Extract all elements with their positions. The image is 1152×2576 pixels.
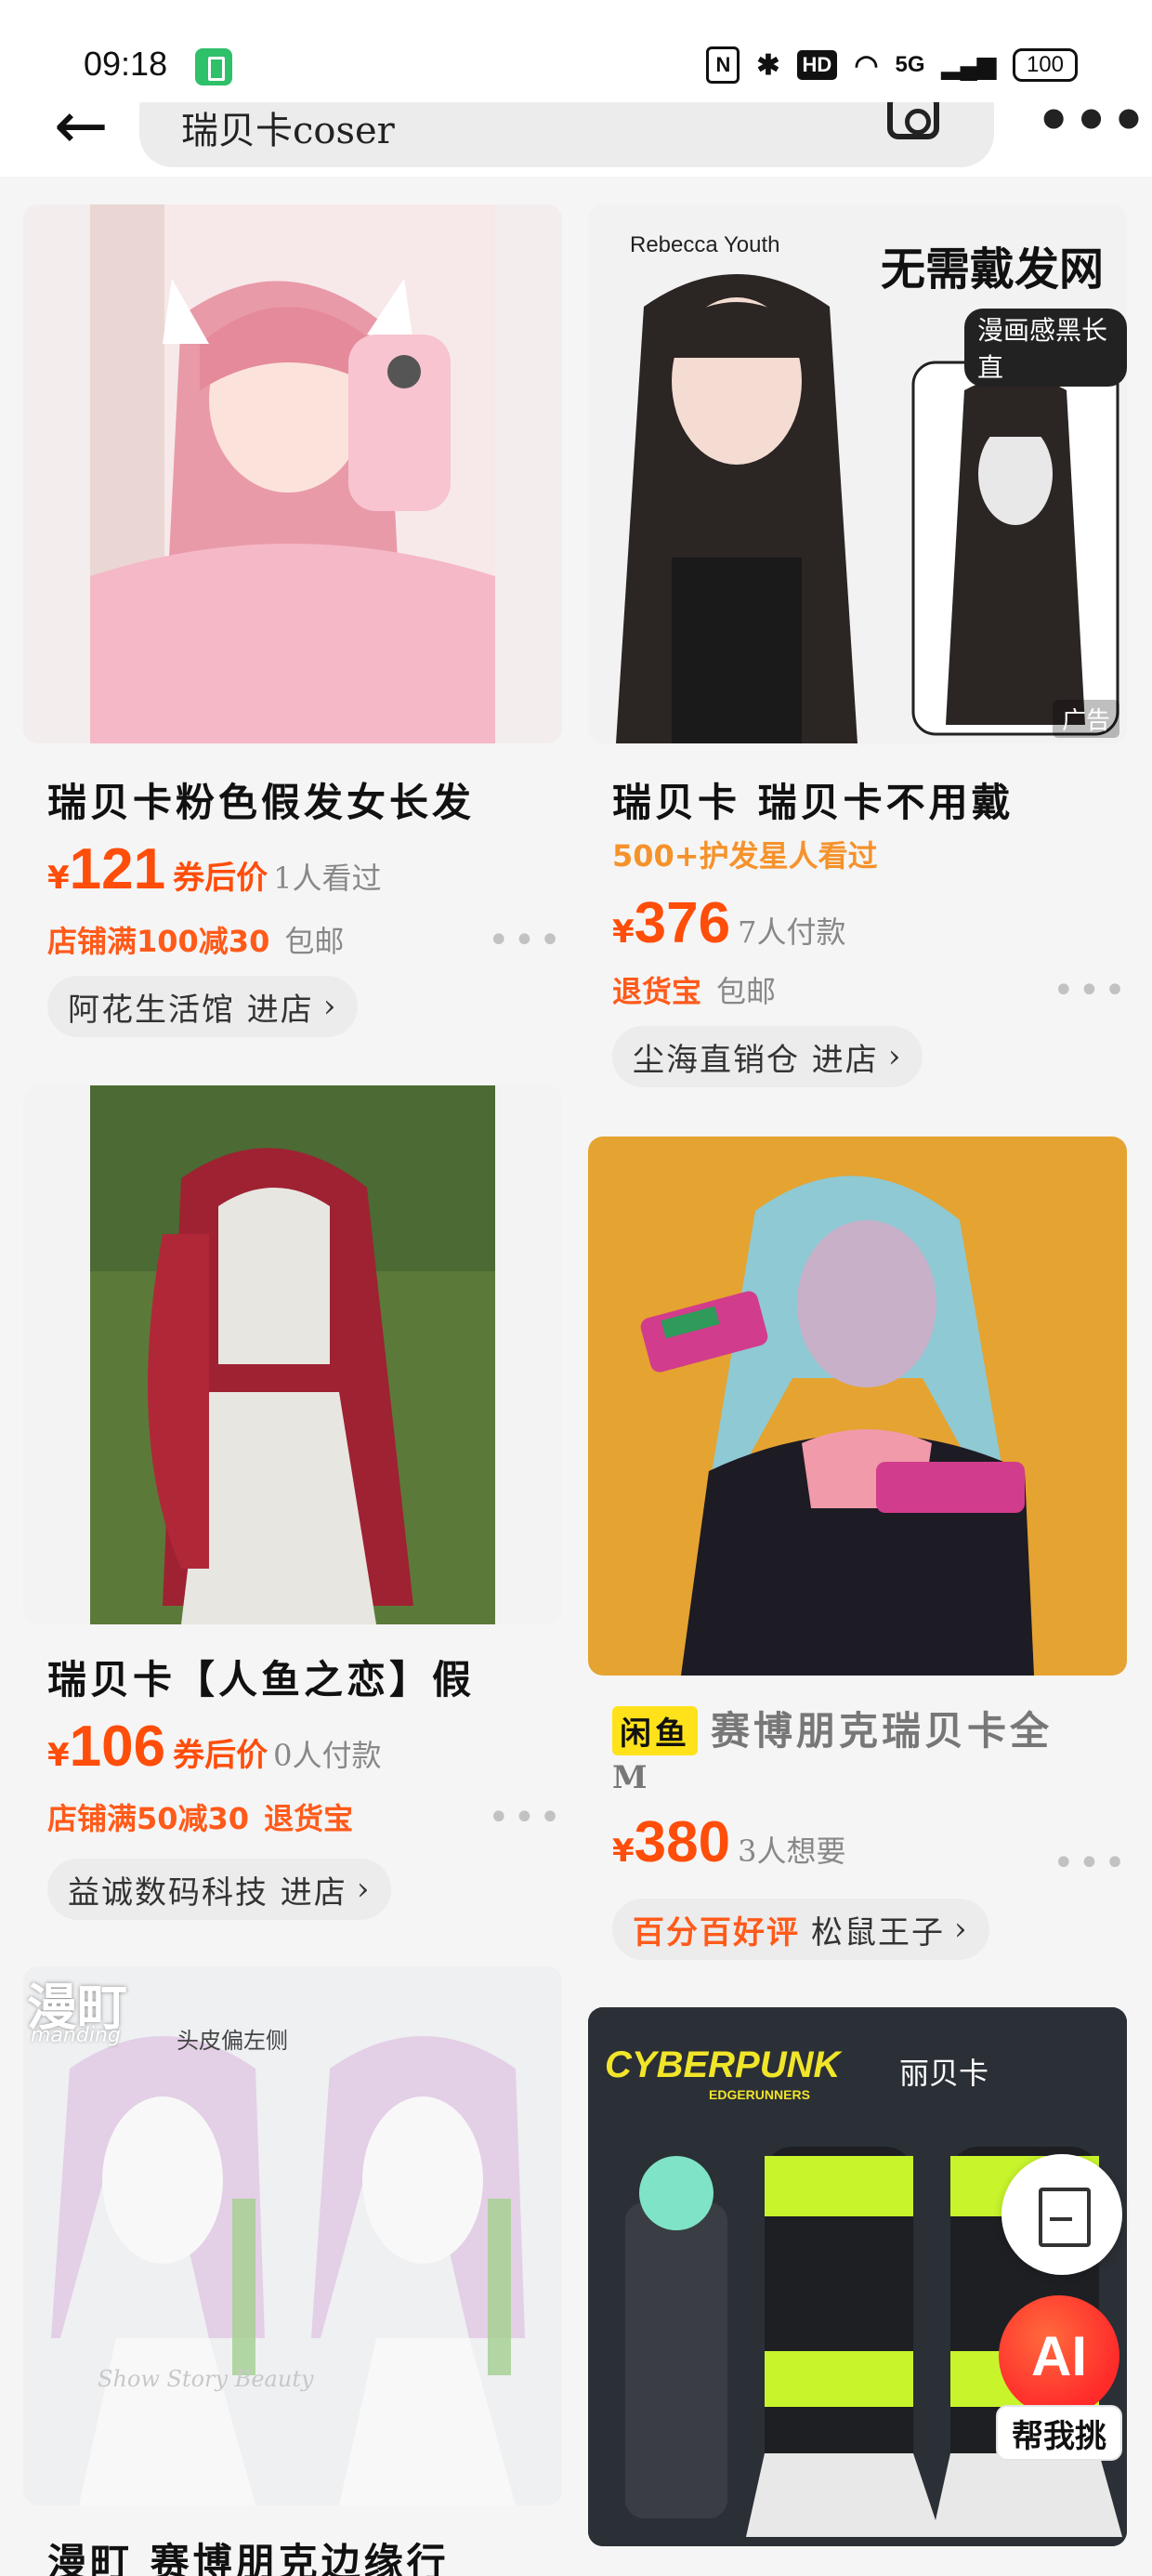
currency-symbol: ¥ <box>47 860 70 897</box>
cosplay-photo <box>588 1137 1127 1676</box>
product-title-line2: M <box>612 1759 651 1796</box>
manding-logo-sub: manding <box>31 2024 121 2047</box>
more-options-icon[interactable]: ••• <box>488 1799 565 1836</box>
subheadline-text: 漫画感黑长直 <box>964 309 1127 387</box>
product-image[interactable]: CYBERPUNK EDGERUNNERS 丽贝卡 <box>588 2007 1127 2546</box>
shop-link[interactable]: 益诚数码科技 进店 › <box>47 1859 392 1920</box>
product-title[interactable]: 瑞贝卡【人鱼之恋】假 <box>47 1649 558 1705</box>
coupon-label: 券后价 <box>173 860 268 897</box>
shop-link[interactable]: 百分百好评 松鼠王子 › <box>612 1899 989 1960</box>
product-title[interactable]: 漫町 赛博朋克边缘行 <box>47 2531 558 2576</box>
viewers-count: 1人看过 <box>273 861 382 896</box>
shop-name: 尘海直销仓 进店 <box>633 1041 879 1079</box>
shipping-label: 包邮 <box>284 924 345 959</box>
hd-icon: HD <box>796 50 838 80</box>
chevron-right-icon: › <box>356 1871 372 1908</box>
edgerunners-wig-photo <box>23 1966 562 2505</box>
promo-label: 店铺满50减30 <box>47 1801 250 1836</box>
red-wig-photo <box>23 1085 562 1624</box>
product-price: 121 <box>69 837 166 901</box>
rating-label: 百分百好评 <box>633 1913 800 1952</box>
price-row: ¥ 121 券后价 1人看过 <box>47 836 382 902</box>
popularity-label: 500+护发星人看过 <box>612 838 878 874</box>
wants-count: 3人想要 <box>738 1833 846 1869</box>
product-image[interactable] <box>23 204 562 743</box>
cyberpunk-boots-photo <box>588 2007 1127 2546</box>
ai-assistant-button[interactable]: AI <box>999 2295 1119 2416</box>
charging-icon <box>195 48 232 85</box>
edit-note-button[interactable] <box>1001 2154 1122 2275</box>
coupon-label: 券后价 <box>173 1737 268 1774</box>
product-title[interactable]: 瑞贝卡粉色假发女长发 <box>47 771 558 828</box>
watermark-text: Show Story Beauty <box>98 2366 314 2392</box>
currency-symbol: ¥ <box>612 1833 635 1870</box>
product-price: 376 <box>634 891 731 955</box>
chevron-right-icon: › <box>322 988 338 1025</box>
hot-row: 500+护发星人看过 <box>612 833 878 875</box>
currency-symbol: ¥ <box>612 913 635 951</box>
status-icons: N ✱ HD ◠ 5G ▂▄▆ 100 <box>706 46 1078 84</box>
character-name: 丽贝卡 <box>899 2056 989 2091</box>
promo-row: 退货宝 包邮 <box>612 968 776 1011</box>
search-input[interactable]: 瑞贝卡coser <box>139 102 994 167</box>
search-query: 瑞贝卡coser <box>181 110 395 152</box>
price-row: ¥ 106 券后价 0人付款 <box>47 1714 382 1780</box>
product-image[interactable] <box>588 1137 1127 1676</box>
edgerunners-logo: EDGERUNNERS <box>709 2087 810 2102</box>
product-price: 106 <box>69 1715 166 1779</box>
shop-name: 松鼠王子 <box>811 1913 945 1952</box>
cyberpunk-logo: CYBERPUNK <box>605 2044 841 2085</box>
product-title[interactable]: 瑞贝卡 瑞贝卡不用戴 <box>612 771 1123 828</box>
sales-count: 7人付款 <box>738 914 846 950</box>
product-image[interactable]: Rebecca Youth 无需戴发网 漫画感黑长直 广告 <box>588 204 1127 743</box>
shipping-label: 包邮 <box>716 974 777 1009</box>
signal-icon: ▂▄▆ <box>941 50 996 79</box>
product-title-text: 赛博朋克瑞贝卡全 <box>711 1708 1054 1754</box>
sales-count: 0人付款 <box>273 1738 382 1773</box>
chevron-right-icon: › <box>887 1038 903 1075</box>
promo-row: 店铺满50减30 退货宝 <box>47 1795 368 1838</box>
shop-link[interactable]: 尘海直销仓 进店 › <box>612 1026 923 1087</box>
promo-label: 退货宝 <box>612 974 702 1009</box>
promo-row: 店铺满100减30 包邮 <box>47 918 344 961</box>
currency-symbol: ¥ <box>47 1737 70 1774</box>
more-options-icon[interactable]: ••• <box>1053 1845 1130 1882</box>
price-row: ¥ 376 7人付款 <box>612 890 846 956</box>
back-arrow-icon[interactable]: ← <box>54 102 109 158</box>
chevron-right-icon: › <box>954 1911 969 1948</box>
image-note: 头皮偏左侧 <box>177 2028 288 2054</box>
product-price: 380 <box>634 1810 731 1874</box>
more-options-icon[interactable]: ••• <box>1053 972 1130 1009</box>
wifi-icon: ◠ <box>854 49 879 81</box>
search-header: ← 瑞贝卡coser ••• <box>0 102 1152 177</box>
pink-wig-photo <box>23 204 562 743</box>
price-row: ¥ 380 3人想要 <box>612 1809 846 1875</box>
more-options-icon[interactable]: ••• <box>488 922 565 959</box>
xianyu-badge: 闲鱼 <box>612 1706 698 1755</box>
more-options-icon[interactable]: ••• <box>1036 102 1148 149</box>
brand-text: Rebecca Youth <box>630 232 780 257</box>
return-label: 退货宝 <box>264 1801 354 1836</box>
camera-search-icon[interactable] <box>887 102 939 139</box>
network-5g-icon: 5G <box>895 52 925 77</box>
status-time: 09:18 <box>84 45 168 83</box>
bluetooth-icon: ✱ <box>756 49 780 81</box>
product-image[interactable]: 漫町 manding 头皮偏左侧 Show Story Beauty <box>23 1966 562 2505</box>
nfc-icon: N <box>706 46 740 84</box>
ai-assistant-caption[interactable]: 帮我挑 <box>996 2405 1122 2461</box>
ad-tag: 广告 <box>1052 700 1119 738</box>
shop-name: 阿花生活馆 进店 <box>68 991 314 1029</box>
shop-name: 益诚数码科技 进店 <box>68 1873 347 1912</box>
battery-icon: 100 <box>1012 48 1078 82</box>
shop-link[interactable]: 阿花生活馆 进店 › <box>47 976 359 1037</box>
status-bar: 09:18 N ✱ HD ◠ 5G ▂▄▆ 100 <box>0 0 1152 102</box>
promo-label: 店铺满100减30 <box>47 924 270 959</box>
product-title[interactable]: 闲鱼 赛博朋克瑞贝卡全 <box>612 1700 1123 1756</box>
product-image[interactable] <box>23 1085 562 1624</box>
headline-text: 无需戴发网 <box>881 243 1105 296</box>
